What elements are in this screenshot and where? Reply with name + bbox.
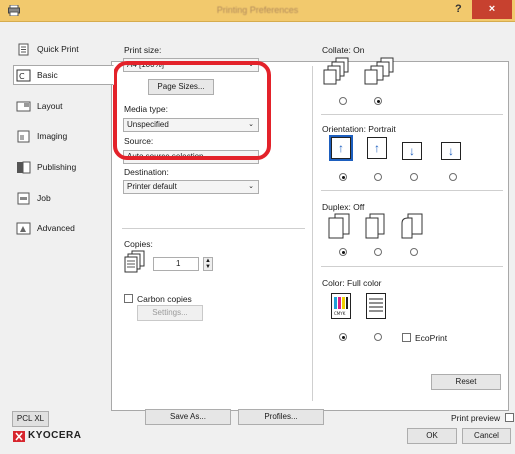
collate-on-icon bbox=[364, 57, 394, 85]
landscape-rotated-option[interactable]: ↓ bbox=[441, 142, 461, 160]
destination-label: Destination: bbox=[124, 167, 169, 177]
full-color-radio[interactable] bbox=[339, 333, 347, 341]
sidebar-item-publishing[interactable]: Publishing bbox=[13, 157, 111, 177]
copies-icon bbox=[124, 250, 145, 273]
cancel-button[interactable]: Cancel bbox=[462, 428, 511, 444]
carbon-settings-button[interactable]: Settings... bbox=[137, 305, 203, 321]
highlight-outline bbox=[113, 61, 271, 160]
portrait-radio[interactable] bbox=[339, 173, 347, 181]
destination-value: Printer default bbox=[127, 182, 177, 191]
black-white-icon bbox=[366, 293, 386, 319]
job-icon bbox=[17, 192, 30, 204]
layout-icon bbox=[16, 101, 31, 111]
collate-off-icon bbox=[323, 57, 349, 85]
copies-label: Copies: bbox=[124, 239, 153, 249]
landscape-option[interactable]: ↑ bbox=[367, 137, 387, 159]
full-color-icon: CMYK bbox=[331, 293, 351, 319]
portrait-rotated-option[interactable]: ↓ bbox=[402, 142, 422, 160]
reset-button[interactable]: Reset bbox=[431, 374, 501, 390]
sidebar-item-layout[interactable]: Layout bbox=[13, 96, 111, 116]
copies-spinner[interactable]: ▲ ▼ bbox=[203, 257, 213, 271]
sidebar-item-label: Advanced bbox=[37, 223, 75, 233]
portrait-option[interactable]: ↑ bbox=[329, 135, 353, 161]
duplex-short-edge-radio[interactable] bbox=[410, 248, 418, 256]
svg-text:CMYK: CMYK bbox=[334, 311, 346, 316]
section-divider bbox=[321, 190, 503, 191]
sidebar-item-label: Basic bbox=[37, 70, 58, 80]
collate-off-radio[interactable] bbox=[339, 97, 347, 105]
destination-dropdown[interactable]: Printer default ⌄ bbox=[123, 180, 259, 194]
duplex-long-edge-icon bbox=[365, 213, 385, 239]
carbon-copies-checkbox[interactable] bbox=[124, 294, 133, 303]
sidebar-item-basic[interactable]: C Basic bbox=[13, 65, 114, 85]
collate-label: Collate: On bbox=[322, 45, 365, 55]
ok-button[interactable]: OK bbox=[407, 428, 457, 444]
portrait-rotated-radio[interactable] bbox=[410, 173, 418, 181]
print-size-label: Print size: bbox=[124, 45, 162, 55]
help-button[interactable]: ? bbox=[455, 3, 462, 15]
duplex-off-icon bbox=[328, 213, 350, 239]
black-white-radio[interactable] bbox=[374, 333, 382, 341]
save-as-button[interactable]: Save As... bbox=[145, 409, 231, 425]
duplex-short-edge-icon bbox=[401, 213, 423, 239]
imaging-icon bbox=[17, 130, 30, 142]
ecoprint-checkbox[interactable] bbox=[402, 333, 411, 342]
advanced-icon bbox=[16, 222, 31, 234]
duplex-long-edge-radio[interactable] bbox=[374, 248, 382, 256]
landscape-radio[interactable] bbox=[374, 173, 382, 181]
section-divider bbox=[122, 228, 305, 229]
quick-print-icon bbox=[18, 43, 29, 55]
kyocera-logo-icon bbox=[13, 431, 25, 442]
sidebar-item-job[interactable]: Job bbox=[13, 188, 111, 208]
section-divider bbox=[321, 266, 503, 267]
brand-name: KYOCERA bbox=[28, 430, 82, 441]
ecoprint-label: EcoPrint bbox=[415, 333, 448, 343]
sidebar-item-label: Publishing bbox=[37, 162, 77, 172]
copies-input[interactable]: 1 bbox=[153, 257, 199, 271]
landscape-rotated-radio[interactable] bbox=[449, 173, 457, 181]
svg-text:C: C bbox=[19, 72, 25, 81]
sidebar-item-label: Imaging bbox=[37, 131, 68, 141]
carbon-copies-label: Carbon copies bbox=[137, 294, 192, 304]
sidebar-item-imaging[interactable]: Imaging bbox=[13, 126, 111, 146]
print-preview-label: Print preview bbox=[451, 413, 501, 423]
publishing-icon bbox=[17, 161, 31, 173]
sidebar-item-quick-print[interactable]: Quick Print bbox=[13, 39, 111, 59]
sidebar-item-label: Quick Print bbox=[37, 44, 79, 54]
duplex-label: Duplex: Off bbox=[322, 202, 365, 212]
sidebar-item-label: Layout bbox=[37, 101, 63, 111]
color-label: Color: Full color bbox=[322, 278, 382, 288]
dialog-body: Quick Print C Basic Layout Imaging Publi… bbox=[0, 22, 515, 454]
close-button[interactable]: × bbox=[472, 0, 512, 19]
sidebar-item-label: Job bbox=[37, 193, 51, 203]
basic-icon: C bbox=[16, 69, 31, 81]
orientation-label: Orientation: Portrait bbox=[322, 124, 396, 134]
panel-divider bbox=[312, 66, 313, 401]
collate-on-radio[interactable] bbox=[374, 97, 382, 105]
print-preview-checkbox[interactable] bbox=[505, 413, 514, 422]
chevron-down-icon: ⌄ bbox=[248, 183, 254, 190]
pcl-xl-button[interactable]: PCL XL bbox=[12, 411, 49, 427]
copies-value: 1 bbox=[176, 259, 181, 268]
section-divider bbox=[321, 114, 503, 115]
sidebar-item-advanced[interactable]: Advanced bbox=[13, 218, 111, 238]
window-title: Printing Preferences bbox=[216, 5, 299, 15]
title-bar: Printing Preferences ? × bbox=[0, 0, 515, 22]
profiles-button[interactable]: Profiles... bbox=[238, 409, 324, 425]
duplex-off-radio[interactable] bbox=[339, 248, 347, 256]
